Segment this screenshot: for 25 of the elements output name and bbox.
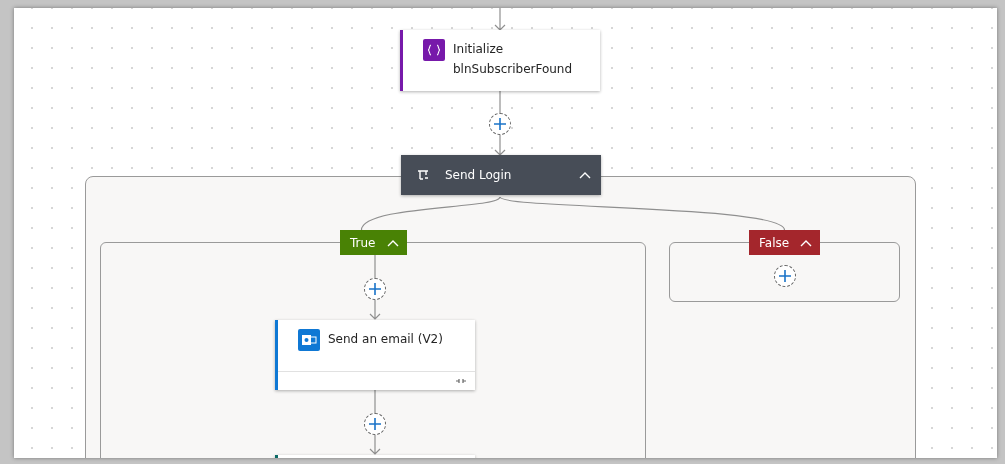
collapse-chevron-icon[interactable] bbox=[579, 171, 591, 179]
action-title: blnSubscriberFound bbox=[453, 62, 573, 76]
collapse-chevron-icon[interactable] bbox=[387, 238, 399, 247]
action-title: Initialize bbox=[453, 42, 505, 56]
connector-line bbox=[374, 254, 376, 279]
scope-header[interactable]: Send Login bbox=[401, 155, 601, 195]
connector-arrow bbox=[494, 8, 506, 31]
connector-arrow bbox=[369, 434, 381, 455]
connector-line bbox=[499, 90, 501, 114]
connector-line bbox=[374, 389, 376, 414]
plus-icon bbox=[368, 282, 382, 296]
plus-icon bbox=[368, 417, 382, 431]
branch-label[interactable]: False bbox=[749, 230, 820, 255]
connector-arrow bbox=[494, 134, 506, 156]
plus-icon bbox=[778, 269, 792, 283]
scope-icon bbox=[417, 169, 429, 181]
connector-arrow bbox=[369, 299, 381, 320]
branch-label[interactable]: True bbox=[340, 230, 407, 255]
action-card[interactable]: Send an email (V2) bbox=[275, 320, 475, 390]
action-card[interactable]: Initialize blnSubscriberFound bbox=[400, 30, 600, 91]
action-title: Send an email (V2) bbox=[328, 332, 443, 346]
add-step-button[interactable] bbox=[489, 113, 511, 135]
scope-title: Send Login bbox=[445, 168, 513, 182]
collapse-chevron-icon[interactable] bbox=[800, 238, 812, 247]
plus-icon bbox=[493, 117, 507, 131]
